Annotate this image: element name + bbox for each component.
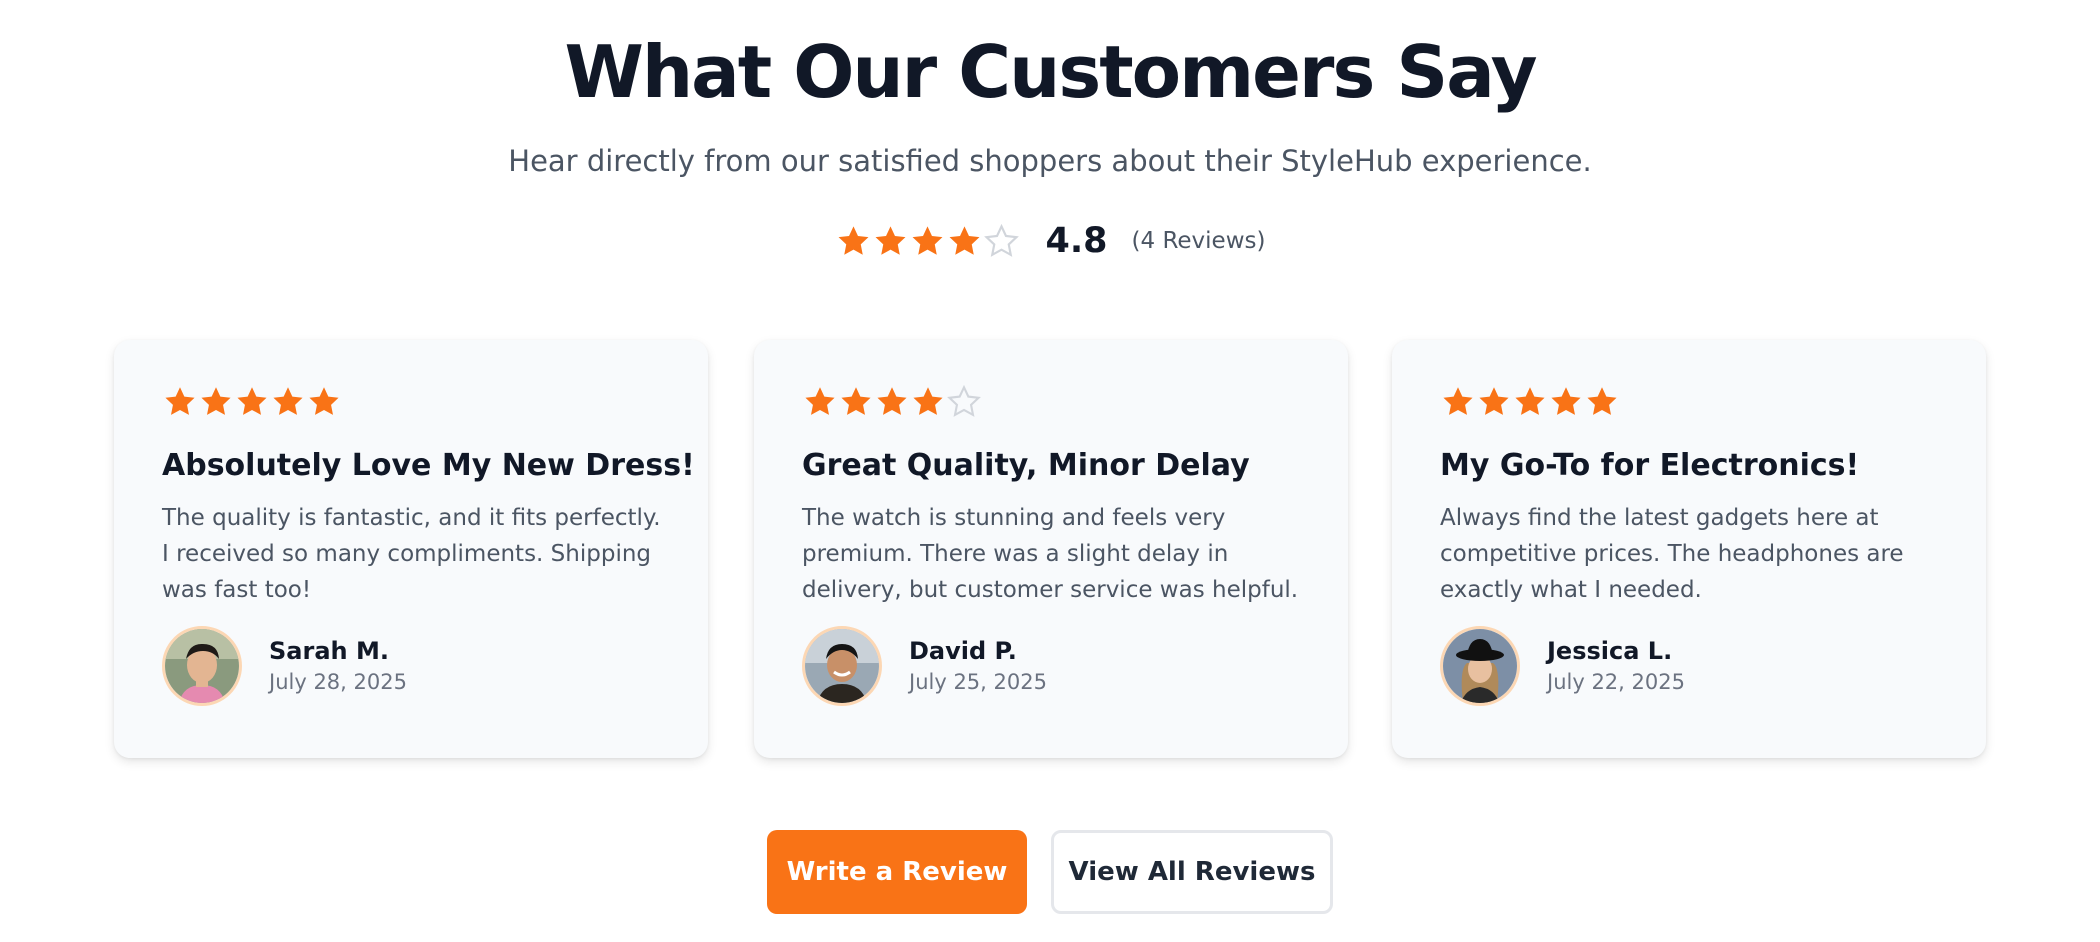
star-filled-icon [270,384,306,420]
review-actions: Write a Review View All Reviews [0,830,2100,914]
star-filled-icon [835,223,872,260]
review-title: Great Quality, Minor Delay [802,448,1250,483]
view-all-reviews-button[interactable]: View All Reviews [1051,830,1333,914]
write-review-button[interactable]: Write a Review [767,830,1027,914]
review-title: Absolutely Love My New Dress! [162,448,695,483]
star-filled-icon [872,223,909,260]
review-text: The watch is stunning and feels very pre… [802,505,1299,603]
star-filled-icon [802,384,838,420]
review-stars [1440,384,1938,420]
star-filled-icon [909,223,946,260]
review-title: My Go-To for Electronics! [1440,448,1860,483]
star-filled-icon [1476,384,1512,420]
star-filled-icon [946,223,983,260]
review-stars [802,384,1300,420]
star-filled-icon [234,384,270,420]
review-stars [162,384,660,420]
overall-rating: 4.8 (4 Reviews) [0,216,2100,266]
overall-review-count: (4 Reviews) [1131,228,1266,254]
avatar [802,626,882,706]
star-filled-icon [1440,384,1476,420]
reviewer: Jessica L. July 22, 2025 [1440,626,1685,706]
review-card: Absolutely Love My New Dress! The qualit… [114,340,708,758]
page-subtitle: Hear directly from our satisfied shopper… [508,144,1592,178]
page-title: What Our Customers Say [564,30,1537,114]
review-date: July 22, 2025 [1547,670,1685,694]
star-filled-icon [874,384,910,420]
star-filled-icon [838,384,874,420]
review-date: July 25, 2025 [909,670,1047,694]
star-filled-icon [1584,384,1620,420]
avatar [162,626,242,706]
review-cards: Absolutely Love My New Dress! The qualit… [114,340,1986,758]
testimonials-section: What Our Customers Say Hear directly fro… [0,0,2100,942]
star-filled-icon [910,384,946,420]
overall-rating-score: 4.8 [1045,221,1108,261]
review-text: The quality is fantastic, and it fits pe… [162,505,661,603]
star-filled-icon [306,384,342,420]
star-filled-icon [1548,384,1584,420]
review-date: July 28, 2025 [269,670,407,694]
star-filled-icon [1512,384,1548,420]
review-text: Always find the latest gadgets here at c… [1440,505,1904,603]
reviewer-name: Sarah M. [269,637,389,665]
overall-rating-stars [835,223,1020,260]
reviewer: Sarah M. July 28, 2025 [162,626,407,706]
star-filled-icon [162,384,198,420]
avatar [1440,626,1520,706]
star-filled-icon [198,384,234,420]
star-empty-icon [946,384,982,420]
reviewer: David P. July 25, 2025 [802,626,1047,706]
reviewer-name: David P. [909,637,1017,665]
review-card: Great Quality, Minor Delay The watch is … [754,340,1348,758]
review-card: My Go-To for Electronics! Always find th… [1392,340,1986,758]
reviewer-name: Jessica L. [1547,637,1673,665]
star-empty-icon [983,223,1020,260]
